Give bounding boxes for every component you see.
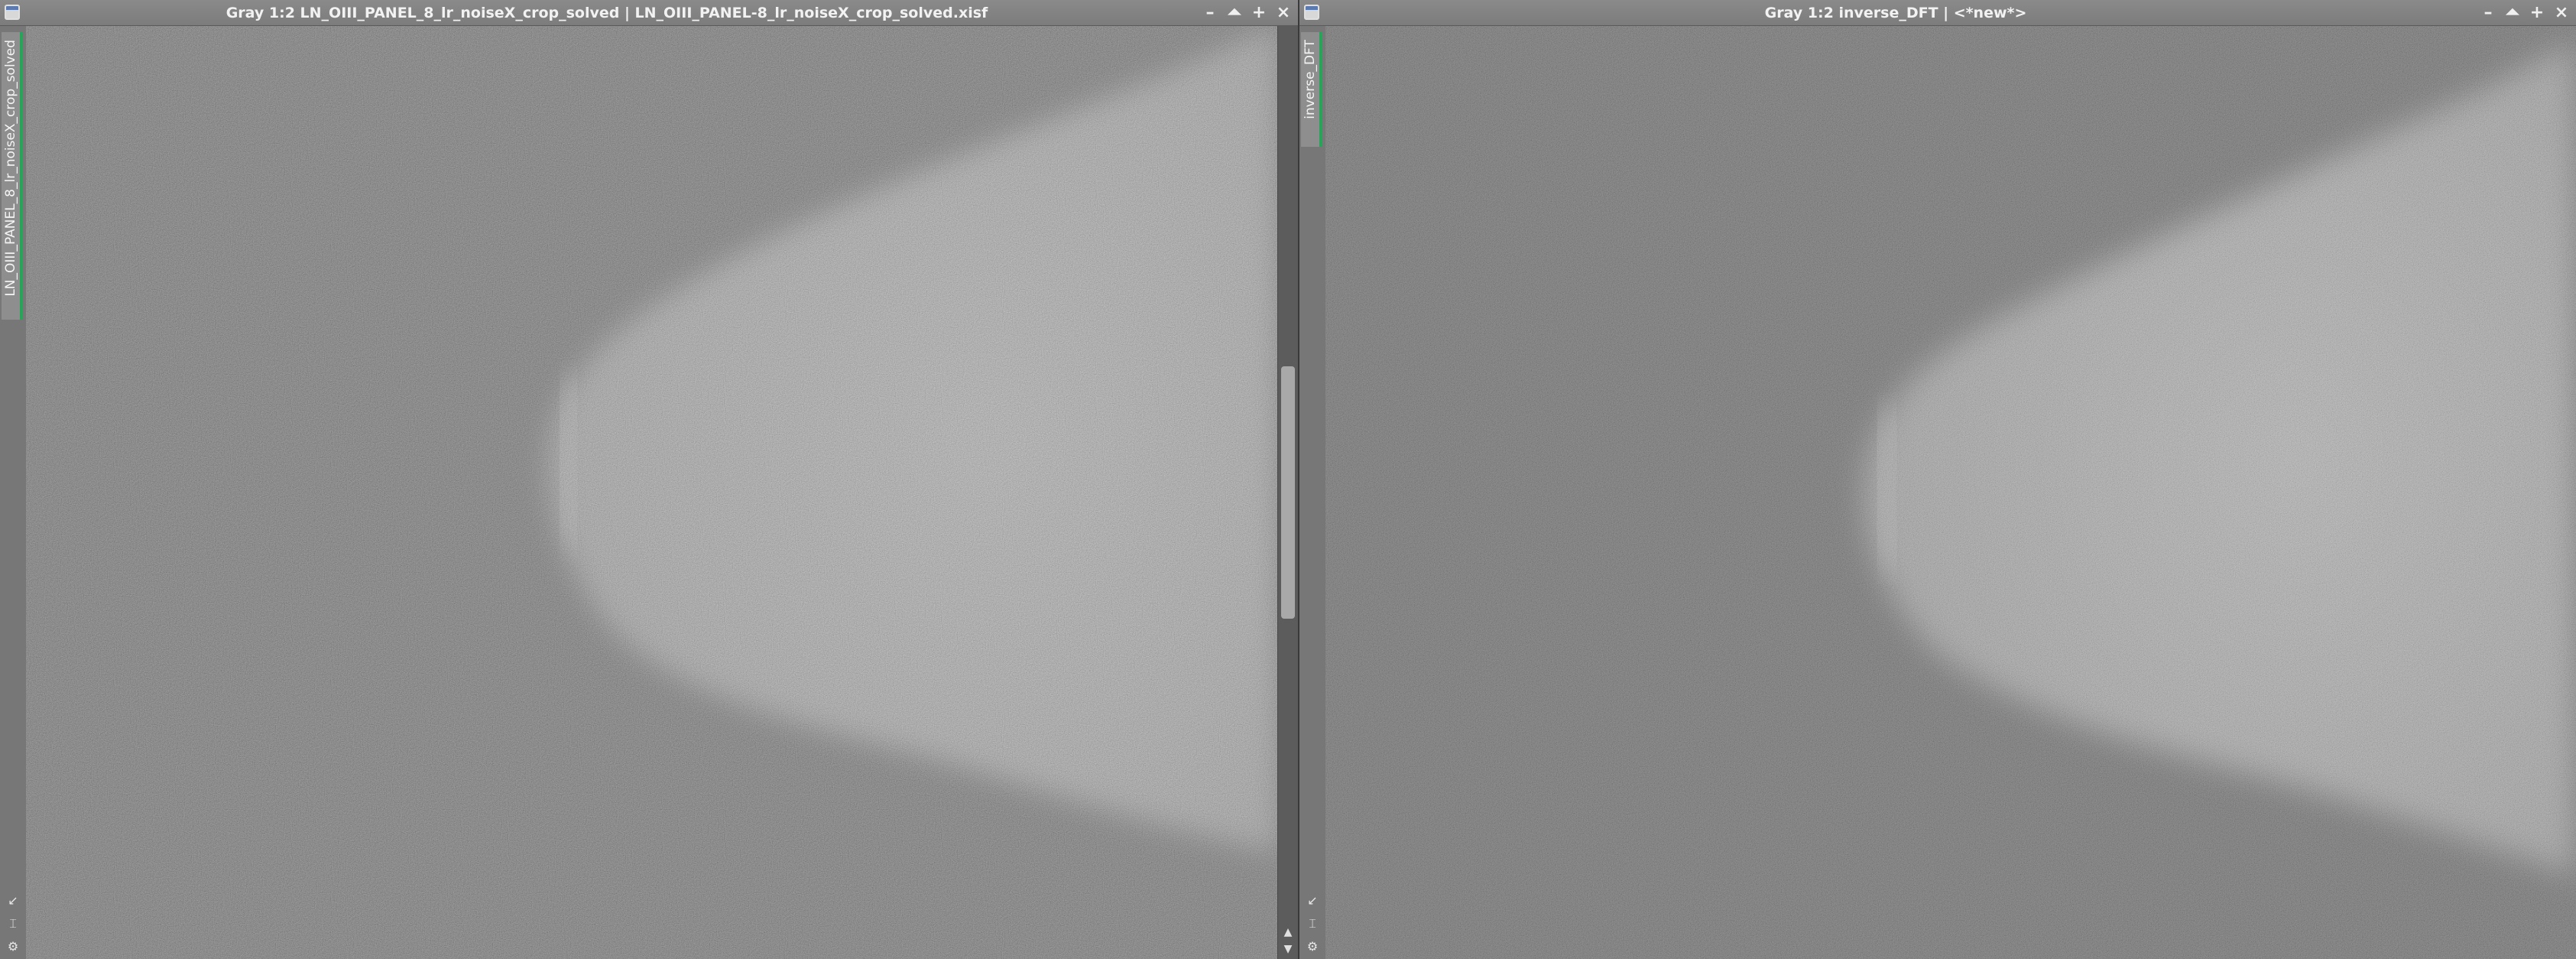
side-icons: ↙ ⌶ ⚙	[0, 893, 26, 954]
window-title: Gray 1:2 inverse_DFT | <*new*>	[1764, 5, 2027, 21]
view-tab-label: inverse_DFT	[1303, 40, 1318, 119]
view-tab[interactable]: inverse_DFT	[1301, 32, 1322, 147]
view-tab-label: LN_OIII_PANEL_8_lr_noiseX_crop_solved	[3, 40, 18, 297]
view-selector-strip: LN_OIII_PANEL_8_lr_noiseX_crop_solved ↙ …	[0, 26, 27, 959]
image-viewport[interactable]	[26, 26, 1278, 959]
arrow-diagonal-icon[interactable]: ↙	[5, 893, 21, 909]
nebula-image	[26, 26, 1278, 959]
image-viewport[interactable]	[1325, 26, 2576, 959]
scroll-down-icon[interactable]: ▼	[1278, 941, 1298, 957]
window-titlebar[interactable]: Gray 1:2 inverse_DFT | <*new*> – ⏶ + ×	[1299, 0, 2576, 26]
close-button[interactable]: ×	[1275, 5, 1292, 21]
side-icons: ↙ ⌶ ⚙	[1299, 893, 1325, 954]
nebula-image	[1325, 26, 2576, 959]
view-tab[interactable]: LN_OIII_PANEL_8_lr_noiseX_crop_solved	[2, 32, 23, 320]
scrollbar-thumb[interactable]	[1281, 366, 1295, 619]
window-controls: – ⏶ + ×	[1202, 0, 1292, 26]
shade-button[interactable]: ⏶	[1226, 5, 1243, 21]
maximize-button[interactable]: +	[2529, 5, 2545, 21]
settings-icon[interactable]: ⚙	[5, 939, 21, 954]
window-title: Gray 1:2 LN_OIII_PANEL_8_lr_noiseX_crop_…	[225, 5, 988, 21]
window-controls: – ⏶ + ×	[2480, 0, 2570, 26]
image-window-right[interactable]: Gray 1:2 inverse_DFT | <*new*> – ⏶ + × i…	[1299, 0, 2576, 959]
vertical-scrollbar[interactable]: ▲ ▼	[1277, 26, 1298, 959]
pin-icon[interactable]: ⌶	[1305, 916, 1320, 931]
settings-icon[interactable]: ⚙	[1305, 939, 1320, 954]
maximize-button[interactable]: +	[1251, 5, 1267, 21]
image-window-left[interactable]: Gray 1:2 LN_OIII_PANEL_8_lr_noiseX_crop_…	[0, 0, 1299, 959]
view-selector-strip: inverse_DFT ↙ ⌶ ⚙	[1299, 26, 1326, 959]
window-menu-icon[interactable]	[1304, 5, 1319, 20]
window-menu-icon[interactable]	[5, 5, 20, 20]
pin-icon[interactable]: ⌶	[5, 916, 21, 931]
minimize-button[interactable]: –	[1202, 5, 1218, 21]
window-titlebar[interactable]: Gray 1:2 LN_OIII_PANEL_8_lr_noiseX_crop_…	[0, 0, 1298, 26]
minimize-button[interactable]: –	[2480, 5, 2497, 21]
shade-button[interactable]: ⏶	[2504, 5, 2521, 21]
scroll-up-icon[interactable]: ▲	[1278, 924, 1298, 941]
arrow-diagonal-icon[interactable]: ↙	[1305, 893, 1320, 909]
close-button[interactable]: ×	[2553, 5, 2570, 21]
